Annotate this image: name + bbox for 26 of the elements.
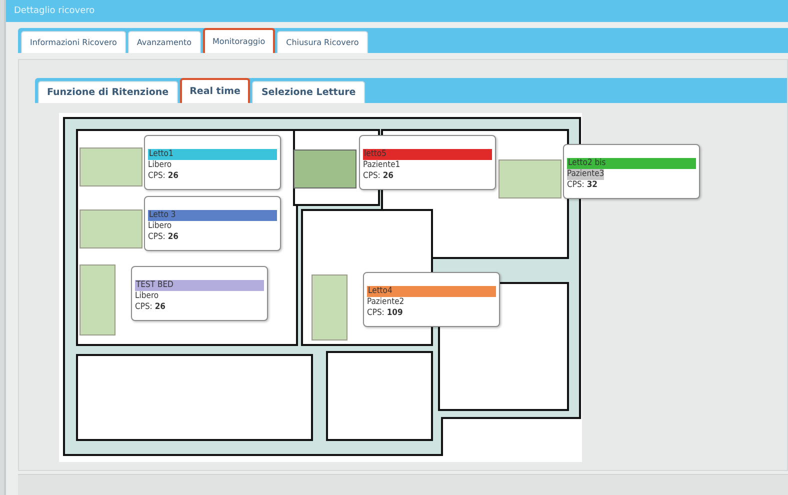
cps-reading: CPS: 109 — [367, 308, 403, 319]
tab[interactable]: Informazioni Ricovero — [21, 31, 126, 53]
bed-name: Letto2 bis — [567, 158, 696, 169]
patient-name: Paziente3 — [567, 169, 604, 180]
tab[interactable]: Monitoraggio — [202, 28, 276, 53]
tab[interactable]: Chiusura Ricovero — [277, 31, 368, 53]
window-title: Dettaglio ricovero — [14, 6, 95, 16]
bed-name: Letto 3 — [148, 210, 277, 221]
bed-name: Letto4 — [367, 286, 496, 297]
patient-name: Libero — [135, 291, 159, 302]
tab[interactable]: Avanzamento — [128, 31, 201, 53]
cps-reading: CPS: 26 — [148, 232, 178, 243]
patient-name: Paziente2 — [367, 297, 404, 308]
cps-reading: CPS: 26 — [135, 302, 166, 313]
tab[interactable]: Funzione di Ritenzione — [38, 81, 178, 103]
cps-reading: CPS: 26 — [148, 171, 178, 182]
bed-name: TEST BED — [135, 280, 264, 291]
tab[interactable]: Selezione Letture — [252, 81, 365, 103]
patient-name: Libero — [148, 160, 172, 171]
cps-reading: CPS: 32 — [567, 180, 598, 191]
tab[interactable]: Real time — [180, 78, 250, 103]
bed-name: letto5 — [363, 149, 492, 160]
cps-reading: CPS: 26 — [363, 171, 394, 182]
patient-name: Paziente1 — [363, 160, 400, 171]
patient-name: Libero — [148, 221, 172, 232]
bed-name: Letto1 — [148, 149, 277, 160]
